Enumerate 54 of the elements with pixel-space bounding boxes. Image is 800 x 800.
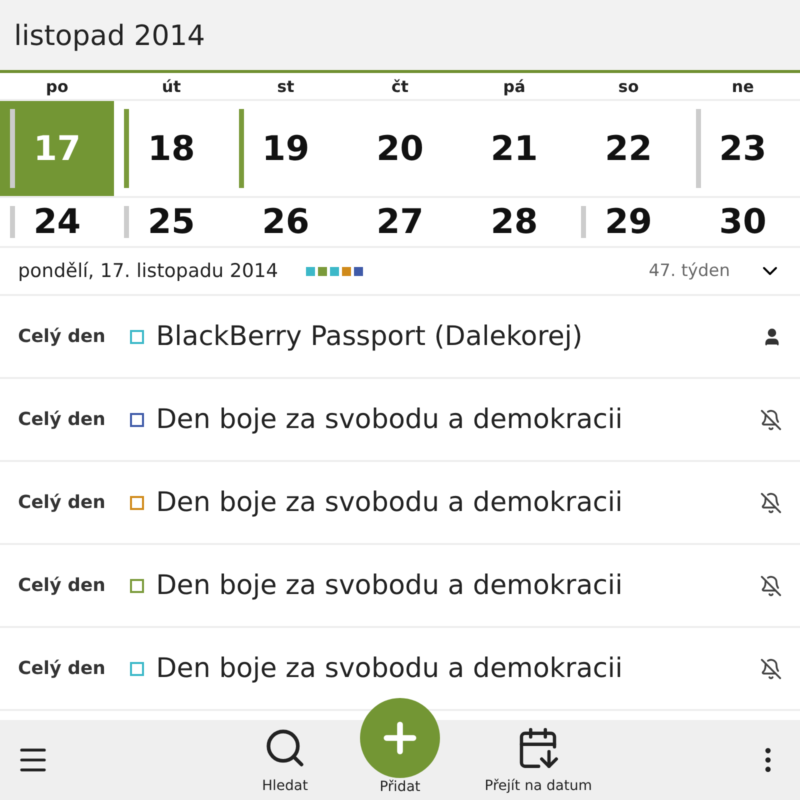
day-number: 20	[376, 128, 424, 168]
weekday-label: út	[160, 76, 182, 98]
search-button[interactable]: Hledat	[262, 726, 308, 794]
day-number: 28	[490, 202, 538, 242]
event-title: Den boje za svobodu a demokracii	[156, 404, 624, 435]
day-cell[interactable]: 20	[342, 101, 458, 196]
day-cell[interactable]: 24	[0, 198, 114, 246]
day-cell[interactable]: 26	[228, 198, 343, 246]
day-cell[interactable]: 18	[114, 101, 229, 196]
day-number: 29	[604, 202, 652, 242]
date-label: pondělí, 17. listopadu 2014	[18, 260, 278, 282]
day-number: 17	[33, 128, 81, 168]
event-title: Den boje za svobodu a demokracii	[156, 570, 624, 601]
day-number: 23	[719, 128, 766, 168]
day-number: 22	[604, 128, 652, 168]
week-label: 47. týden	[648, 261, 730, 281]
event-title: BlackBerry Passport (Dalekorej)	[156, 321, 584, 352]
day-cell[interactable]: 23	[686, 101, 800, 196]
day-number: 18	[148, 128, 196, 168]
event-time: Celý den	[18, 575, 106, 596]
event-title: Den boje za svobodu a demokracii	[156, 653, 624, 684]
event-title: Den boje za svobodu a demokracii	[156, 487, 624, 518]
event-time: Celý den	[18, 409, 106, 430]
weekday-label: po	[44, 76, 70, 98]
day-cell[interactable]: 19	[228, 101, 343, 196]
day-number: 24	[33, 202, 81, 242]
event-time: Celý den	[18, 658, 106, 679]
day-cell[interactable]: 29	[571, 198, 686, 246]
day-number: 27	[376, 202, 424, 242]
muted-bell-icon	[760, 658, 782, 680]
weekday-label: pá	[502, 76, 526, 98]
day-number: 26	[262, 202, 310, 242]
muted-bell-icon	[760, 574, 782, 596]
event-time: Celý den	[18, 326, 106, 347]
day-cell[interactable]: 21	[457, 101, 572, 196]
weekday-label: čt	[390, 76, 410, 98]
day-cell[interactable]: 22	[571, 101, 686, 196]
month-title: listopad 2014	[14, 18, 206, 52]
add-label: Přidat	[378, 779, 422, 795]
day-number: 30	[719, 202, 766, 242]
day-number: 25	[148, 202, 196, 242]
weekday-label: so	[617, 76, 640, 98]
event-time: Celý den	[18, 492, 106, 513]
day-cell[interactable]: 30	[686, 198, 800, 246]
go-to-date-button[interactable]: Přejít na datum	[484, 726, 592, 794]
day-number: 19	[262, 128, 310, 168]
weekday-label: ne	[730, 76, 755, 98]
day-cell[interactable]: 28	[457, 198, 572, 246]
weekday-label: st	[276, 76, 296, 98]
muted-bell-icon	[760, 492, 782, 514]
muted-bell-icon	[760, 408, 782, 430]
day-cell[interactable]: 25	[114, 198, 229, 246]
day-cell[interactable]: 27	[342, 198, 458, 246]
day-number: 21	[490, 128, 538, 168]
